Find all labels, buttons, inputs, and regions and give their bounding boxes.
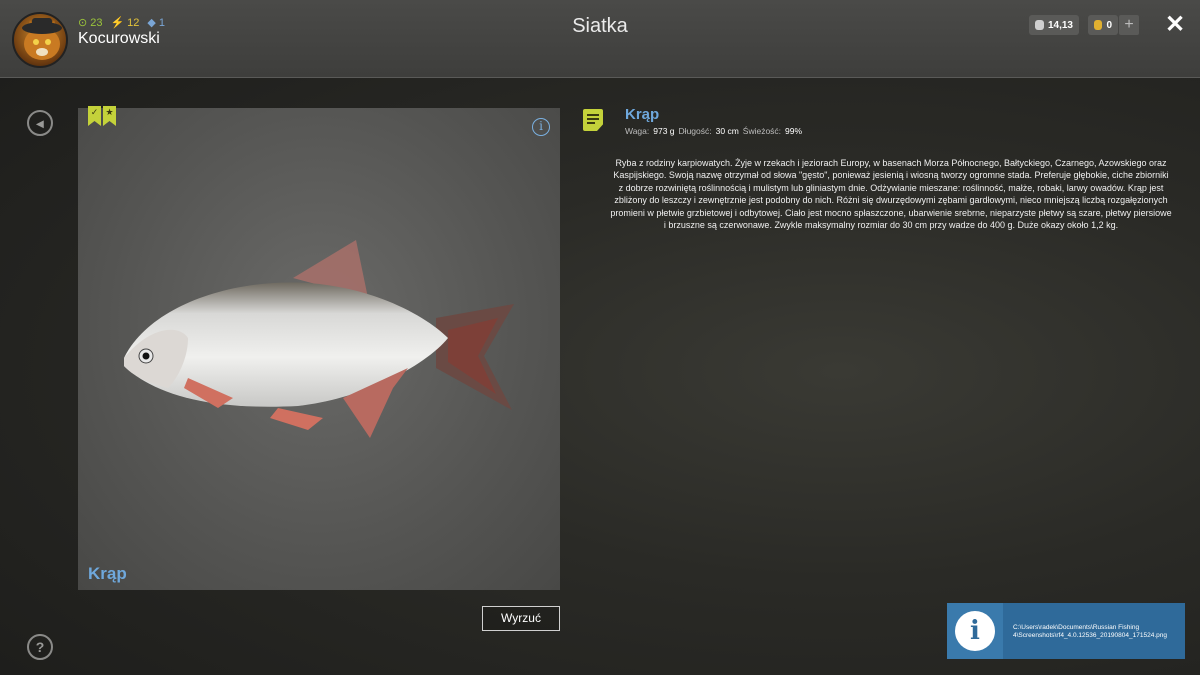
discard-button[interactable]: Wyrzuć <box>482 606 560 631</box>
page-title: Siatka <box>572 15 628 37</box>
info-icon: i <box>955 611 995 651</box>
silver-balance: 14,13 <box>1029 15 1079 35</box>
freshness-label: Świeżość: <box>742 126 782 136</box>
fish-name-label: Krąp <box>88 564 127 583</box>
top-bar: ⊙ 23 ⚡ 12 ◆ 1 Kocurowski Siatka 14,13 0 … <box>0 0 1200 78</box>
document-icon <box>583 109 603 131</box>
gold-coin-icon <box>1094 20 1103 30</box>
info-icon[interactable]: i <box>532 118 550 136</box>
check-ribbon-icon: ✓ <box>88 106 101 126</box>
length-label: Długość: <box>678 126 712 136</box>
star-ribbon-icon: ★ <box>103 106 116 126</box>
gold-balance: 0 <box>1088 15 1118 35</box>
fish-image <box>124 240 514 438</box>
notification-icon-box: i <box>947 603 1003 659</box>
weight-value: 973 g <box>653 126 675 136</box>
screenshot-notification[interactable]: i C:\Users\radek\Documents\Russian Fishi… <box>947 603 1185 659</box>
fish-title: Krąp <box>625 106 660 123</box>
weight-label: Waga: <box>625 126 650 136</box>
silver-coin-icon <box>1035 20 1044 30</box>
add-currency-button[interactable]: + <box>1119 15 1139 35</box>
question-icon[interactable]: ? <box>27 634 53 660</box>
close-button[interactable]: ✕ <box>1163 13 1187 37</box>
fish-description: Ryba z rodziny karpiowatych. Żyje w rzek… <box>610 158 1172 231</box>
fish-badges: ✓ ★ <box>88 106 116 126</box>
back-icon[interactable]: ◂ <box>27 110 53 136</box>
freshness-value: 99% <box>785 126 803 136</box>
notification-text: C:\Users\radek\Documents\Russian Fishing… <box>1013 624 1167 639</box>
fish-preview-panel: ✓ ★ i Krąp <box>78 106 560 590</box>
length-value: 30 cm <box>715 126 739 136</box>
fish-stats: Waga: 973 g Długość: 30 cm Świeżość: 99% <box>625 126 802 136</box>
